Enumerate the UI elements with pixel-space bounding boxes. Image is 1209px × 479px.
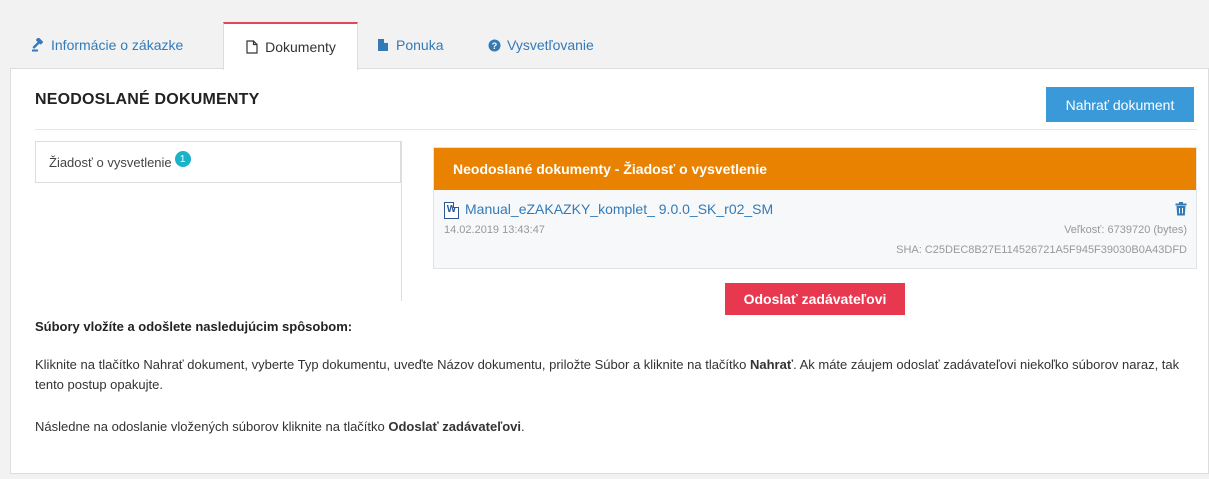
tab-ponuka[interactable]: Ponuka: [376, 22, 466, 68]
unsent-documents-card: Neodoslané dokumenty - Žiadosť o vysvetl…: [433, 147, 1197, 269]
tab-dokumenty[interactable]: Dokumenty: [223, 22, 358, 70]
instructions-paragraph-1: Kliknite na tlačítko Nahrať dokument, vy…: [35, 355, 1195, 395]
document-row: W Manual_eZAKAZKY_komplet_ 9.0.0_SK_r02_…: [434, 190, 1196, 270]
gavel-icon: [31, 38, 45, 52]
request-list: Žiadosť o vysvetlenie 1: [35, 141, 402, 301]
tab-dokumenty-label: Dokumenty: [265, 39, 336, 55]
instructions-p1-bold: Nahrať: [750, 357, 794, 372]
page-title: NEODOSLANÉ DOKUMENTY: [35, 91, 260, 108]
list-item-ziadost[interactable]: Žiadosť o vysvetlenie 1: [35, 141, 401, 183]
tab-vysvetlovanie-label: Vysvetľovanie: [507, 37, 594, 53]
instructions-p2-text: Následne na odoslanie vložených súborov …: [35, 419, 389, 434]
document-link[interactable]: Manual_eZAKAZKY_komplet_ 9.0.0_SK_r02_SM: [465, 201, 773, 217]
document-date: 14.02.2019 13:43:47: [444, 224, 545, 236]
trash-icon[interactable]: [1175, 202, 1187, 216]
tab-informacie-label: Informácie o zákazke: [51, 37, 184, 53]
instructions-p2-tail: .: [521, 419, 525, 434]
tab-ponuka-label: Ponuka: [396, 37, 444, 53]
instructions-title: Súbory vložíte a odošlete nasledujúcim s…: [35, 319, 353, 334]
send-to-contracting-authority-button[interactable]: Odoslať zadávateľovi: [725, 283, 905, 315]
question-circle-icon: ?: [487, 38, 501, 52]
documents-panel: NEODOSLANÉ DOKUMENTY Nahrať dokument Žia…: [10, 68, 1209, 474]
count-badge: 1: [174, 151, 191, 167]
document-sha: SHA: C25DEC8B27E114526721A5F945F39030B0A…: [896, 244, 1187, 256]
list-item-label: Žiadosť o vysvetlenie: [49, 154, 172, 170]
unsent-documents-header: Neodoslané dokumenty - Žiadosť o vysvetl…: [434, 148, 1196, 190]
tab-vysvetlovanie[interactable]: ? Vysvetľovanie: [487, 22, 617, 68]
word-file-icon: W: [444, 202, 459, 219]
file-icon: [376, 38, 390, 52]
instructions-paragraph-2: Následne na odoslanie vložených súborov …: [35, 419, 525, 434]
instructions-p1-text: Kliknite na tlačítko Nahrať dokument, vy…: [35, 357, 750, 372]
upload-document-button[interactable]: Nahrať dokument: [1046, 87, 1194, 122]
instructions-p2-bold: Odoslať zadávateľovi: [388, 419, 521, 434]
document-size: Veľkosť: 6739720 (bytes): [1064, 224, 1187, 236]
document-icon: [245, 40, 259, 54]
tab-informacie[interactable]: Informácie o zákazke: [31, 22, 216, 68]
svg-text:?: ?: [491, 41, 497, 51]
divider: [35, 129, 1197, 130]
tab-bar: Informácie o zákazke Dokumenty Ponuka ? …: [10, 22, 1209, 70]
